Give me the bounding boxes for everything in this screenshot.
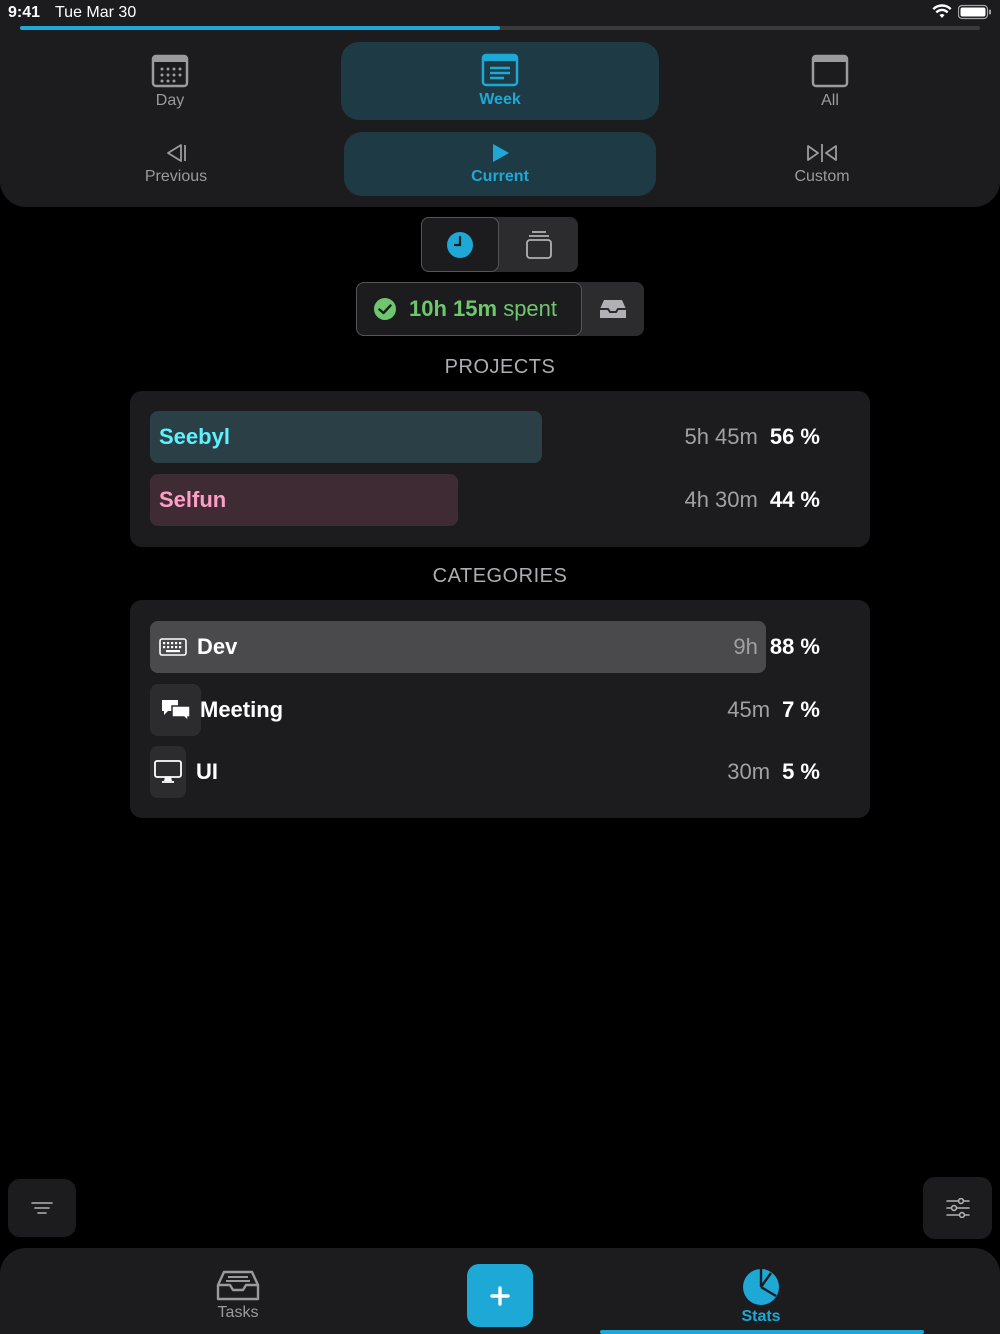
add-entry-button[interactable] <box>467 1264 533 1327</box>
nav-current-button[interactable]: Current <box>344 132 656 196</box>
period-all-button[interactable]: All <box>670 44 990 120</box>
category-bar <box>150 746 186 798</box>
project-row[interactable]: Selfun 4h 30m 44 % <box>150 474 850 526</box>
nav-custom-label: Custom <box>794 168 850 185</box>
calendar-all-icon <box>811 54 849 88</box>
project-time: 4h 30m <box>684 487 758 512</box>
calendar-week-icon <box>481 53 519 87</box>
inbox-icon <box>600 300 626 318</box>
nav-custom-button[interactable]: Custom <box>662 132 982 196</box>
play-icon <box>493 144 509 162</box>
spent-summary: 10h 15m spent <box>356 282 644 336</box>
sliders-icon <box>945 1198 970 1218</box>
category-time: 45m <box>727 697 771 722</box>
period-day-label: Day <box>155 92 185 109</box>
inbox-button[interactable] <box>582 282 644 336</box>
project-percent: 56 % <box>769 424 820 449</box>
category-icon-wrap <box>150 621 196 673</box>
category-name: Meeting <box>200 697 284 722</box>
battery-icon <box>958 4 991 20</box>
period-progress-fill <box>20 26 500 30</box>
filter-button[interactable] <box>8 1179 76 1237</box>
view-time-button[interactable] <box>421 217 499 272</box>
custom-range-icon <box>807 144 837 162</box>
active-tab-indicator <box>600 1330 924 1334</box>
spent-total-pill[interactable]: 10h 15m spent <box>356 282 582 336</box>
monitor-icon <box>154 760 182 783</box>
clock-icon <box>447 231 473 258</box>
category-row[interactable]: Meeting 45m 7 % <box>150 684 850 736</box>
keyboard-icon <box>159 638 187 656</box>
categories-heading: CATEGORIES <box>432 565 568 587</box>
status-time: 9:41 <box>8 4 41 21</box>
category-percent: 88 % <box>769 634 820 659</box>
tab-stats[interactable]: Stats <box>701 1268 821 1326</box>
project-name: Seebyl <box>159 424 230 449</box>
check-circle-icon <box>374 298 396 320</box>
category-time: 30m <box>727 759 771 784</box>
status-bar: 9:41 Tue Mar 30 <box>0 0 1000 26</box>
category-bar <box>150 621 766 673</box>
nav-current-label: Current <box>471 168 529 185</box>
category-row[interactable]: Dev 9h 88 % <box>150 621 850 673</box>
view-mode-toggle <box>421 217 578 272</box>
period-progress-bar <box>20 26 980 30</box>
category-name: UI <box>196 759 218 784</box>
wifi-icon <box>932 4 952 18</box>
categories-card: Dev 9h 88 % Meeting 45m 7 % UI 30m 5 % <box>130 600 870 818</box>
category-row[interactable]: UI 30m 5 % <box>150 746 850 798</box>
category-name: Dev <box>197 634 238 659</box>
category-time: 9h <box>733 634 758 659</box>
tab-tasks-label: Tasks <box>217 1304 259 1321</box>
previous-icon <box>167 144 186 162</box>
chat-bubbles-icon <box>161 700 191 722</box>
view-stack-button[interactable] <box>500 217 578 272</box>
nav-previous-label: Previous <box>144 168 208 185</box>
settings-sliders-button[interactable] <box>923 1177 992 1239</box>
pie-chart-icon <box>743 1269 779 1305</box>
category-bar <box>150 684 201 736</box>
status-date: Tue Mar 30 <box>55 4 137 21</box>
project-row[interactable]: Seebyl 5h 45m 56 % <box>150 411 850 463</box>
filter-lines-icon <box>31 1202 53 1214</box>
project-name: Selfun <box>159 487 227 512</box>
range-panel: 9:41 Tue Mar 30 Day Week All Previous Cu… <box>0 0 1000 207</box>
spent-value: 10h 15m <box>409 296 498 321</box>
period-week-button[interactable]: Week <box>341 42 659 120</box>
spent-suffix: spent <box>503 296 558 321</box>
stack-icon <box>526 230 552 259</box>
category-percent: 5 % <box>782 759 820 784</box>
period-week-label: Week <box>479 91 521 108</box>
project-percent: 44 % <box>769 487 820 512</box>
calendar-grid-icon <box>151 54 189 88</box>
project-time: 5h 45m <box>684 424 758 449</box>
projects-heading: PROJECTS <box>444 356 556 378</box>
inbox-tray-icon <box>216 1270 260 1301</box>
category-percent: 7 % <box>782 697 820 722</box>
tab-bar: Tasks Stats <box>0 1248 1000 1334</box>
period-day-button[interactable]: Day <box>10 44 330 120</box>
projects-card: Seebyl 5h 45m 56 % Selfun 4h 30m 44 % <box>130 391 870 547</box>
plus-icon <box>490 1285 510 1306</box>
tab-tasks[interactable]: Tasks <box>178 1268 298 1322</box>
period-all-label: All <box>821 92 839 109</box>
tab-stats-label: Stats <box>741 1308 781 1325</box>
nav-previous-button[interactable]: Previous <box>16 132 336 196</box>
